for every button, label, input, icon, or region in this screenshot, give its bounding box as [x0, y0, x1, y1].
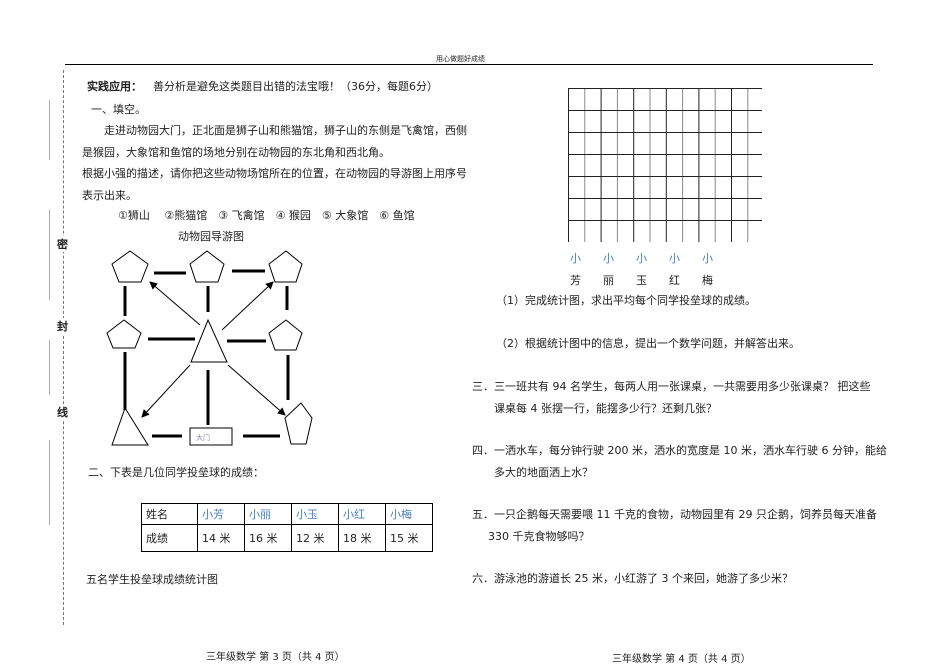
margin-line: [49, 340, 50, 395]
grid-label: 小: [603, 252, 614, 265]
margin-line: [49, 440, 50, 525]
header-rule: [65, 64, 873, 65]
table-cell: 小丽: [244, 503, 292, 525]
q4-text: 多大的地面洒上水？: [494, 466, 593, 479]
table-row: 姓名 小芳 小丽 小玉 小红 小梅: [141, 503, 433, 525]
q1-text: 根据小强的描述，请你把这些动物场馆所在的位置，在动物园的导游图上用序号: [82, 167, 467, 180]
table-cell: 小玉: [291, 503, 339, 525]
page-header: 用心做题好成绩: [436, 55, 485, 63]
q1-text: 走进动物园大门，正北面是狮子山和熊猫馆，狮子山的东侧是飞禽馆，西侧: [104, 124, 467, 137]
chart-title: 五名学生投垒球成绩统计图: [86, 573, 218, 586]
q6-text: 六．游泳池的游道长 25 米，小红游了 3 个来回，她游了多少米？: [472, 572, 793, 585]
q3-text: 课桌每 4 张摆一行，能摆多少行？还剩几张？: [494, 402, 717, 415]
q1-text: 是猴园，大象馆和鱼馆的场地分别在动物园的东北角和西北角。: [82, 146, 390, 159]
zoo-map: 大门: [106, 250, 313, 446]
pentagon-e: [268, 319, 303, 351]
pentagon-ne: [268, 250, 303, 283]
triangle-sw: [111, 406, 149, 446]
table-cell: 15 米: [385, 524, 433, 552]
pentagon-w: [106, 319, 142, 349]
table-cell: 姓名: [141, 503, 198, 525]
pentagon-nw: [111, 250, 149, 283]
grid-label: 小: [570, 252, 581, 265]
pentagon-n: [189, 250, 225, 283]
table-cell: 成绩: [141, 524, 198, 552]
grid-label: 梅: [702, 274, 713, 287]
section-subtitle: 善分析是避免这类题目出错的法宝哦！（36分，每题6分）: [153, 80, 438, 93]
triangle-center: [190, 318, 228, 363]
table-cell: 小梅: [385, 503, 433, 525]
exam-page: 用心做题好成绩 密 封 线 实践应用： 善分析是避免这类题目出错的法宝哦！（36…: [0, 0, 945, 668]
seal-char: 封: [57, 318, 68, 334]
grid-label: 小: [702, 252, 713, 265]
grid-label: 芳: [570, 274, 581, 287]
page-footer: 三年级数学 第 4 页（共 4 页）: [612, 654, 751, 665]
q1-text: 表示出来。: [82, 189, 137, 202]
q2-heading: 二、下表是几位同学投垒球的成绩：: [88, 466, 264, 479]
pentagon-se: [284, 402, 313, 445]
table-cell: 小芳: [197, 503, 245, 525]
grid-label: 玉: [636, 274, 647, 287]
q1-heading: 一、填空。: [91, 103, 146, 116]
table-row: 成绩 14 米 16 米 12 米 18 米 15 米: [141, 524, 433, 552]
seal-char: 密: [57, 236, 68, 252]
table-cell: 18 米: [338, 524, 386, 552]
binding-line: [63, 70, 64, 625]
q4-text: 四．一洒水车，每分钟行驶 200 米，洒水的宽度是 10 米，洒水车行驶 6 分…: [472, 444, 887, 457]
q2-1: （1）完成统计图，求出平均每个同学投垒球的成绩。: [496, 294, 756, 307]
q3-text: 三．三一班共有 94 名学生，每两人用一张课桌，一共需要用多少张课桌？ 把这些: [472, 380, 871, 393]
blank-chart-grid: [568, 88, 762, 242]
table-cell: 14 米: [197, 524, 245, 552]
q1-options: ①狮山 ②熊猫馆 ③ 飞禽馆 ④ 猴园 ⑤ 大象馆 ⑥ 鱼馆: [118, 209, 415, 222]
table-cell: 小红: [338, 503, 386, 525]
seal-char: 线: [57, 404, 68, 420]
grid-label: 丽: [603, 274, 614, 287]
q5-text: 五．一只企鹅每天需要喂 11 千克的食物，动物园里有 29 只企鹅，饲养员每天准…: [472, 508, 877, 521]
margin-line: [49, 100, 50, 160]
gate-label: 大门: [196, 433, 210, 442]
grid-label: 小: [669, 252, 680, 265]
table-cell: 12 米: [291, 524, 339, 552]
page-footer: 三年级数学 第 3 页（共 4 页）: [206, 652, 345, 663]
section-title: 实践应用：: [87, 80, 142, 93]
score-table: 姓名 小芳 小丽 小玉 小红 小梅 成绩 14 米 16 米 12 米 18 米 15 米: [141, 503, 433, 552]
q2-2: （2）根据统计图中的信息，提出一个数学问题，并解答出来。: [496, 337, 800, 350]
grid-label: 小: [636, 252, 647, 265]
q5-text: 330 千克食物够吗？: [488, 530, 590, 543]
margin-line: [49, 210, 50, 300]
grid-label: 红: [669, 274, 680, 287]
table-cell: 16 米: [244, 524, 292, 552]
